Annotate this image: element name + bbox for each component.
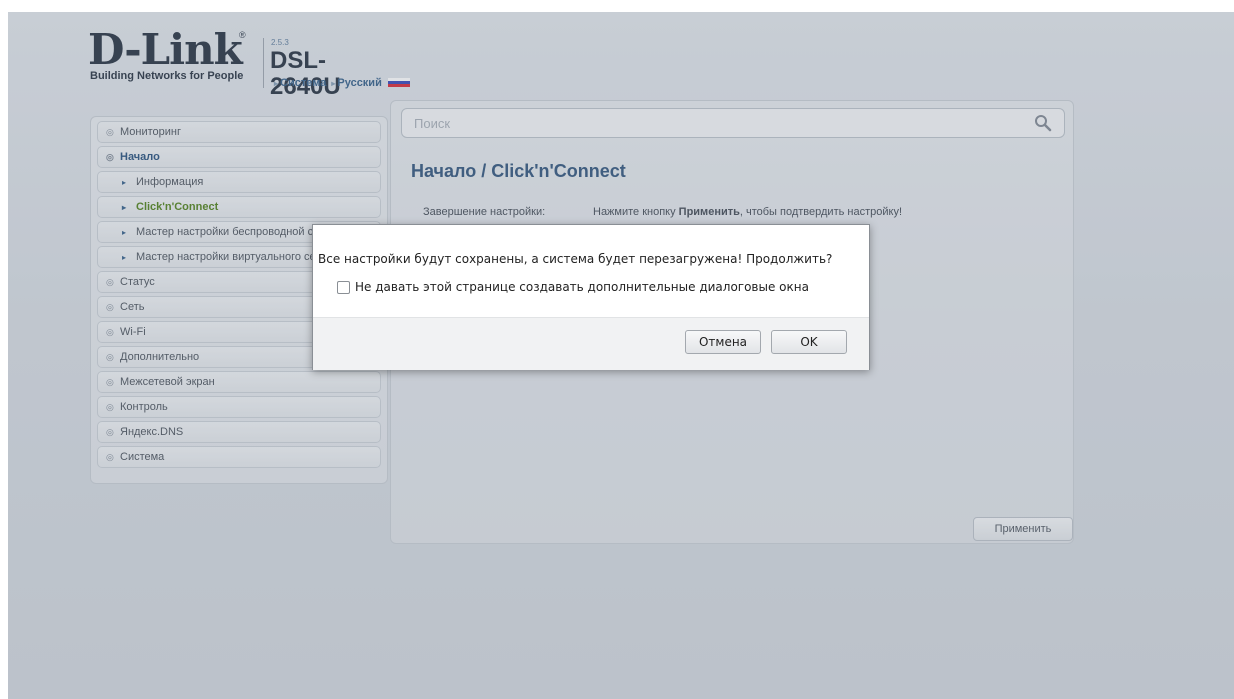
suppress-dialogs-option[interactable]: Не давать этой странице создавать дополн…	[337, 280, 809, 294]
confirm-dialog: Все настройки будут сохранены, а система…	[312, 224, 870, 370]
ok-button[interactable]: OK	[771, 330, 847, 354]
dialog-footer: Отмена OK	[313, 317, 869, 370]
dialog-message: Все настройки будут сохранены, а система…	[318, 252, 833, 266]
suppress-dialogs-label: Не давать этой странице создавать дополн…	[355, 280, 809, 294]
cancel-button[interactable]: Отмена	[685, 330, 761, 354]
suppress-dialogs-checkbox[interactable]	[337, 280, 350, 294]
